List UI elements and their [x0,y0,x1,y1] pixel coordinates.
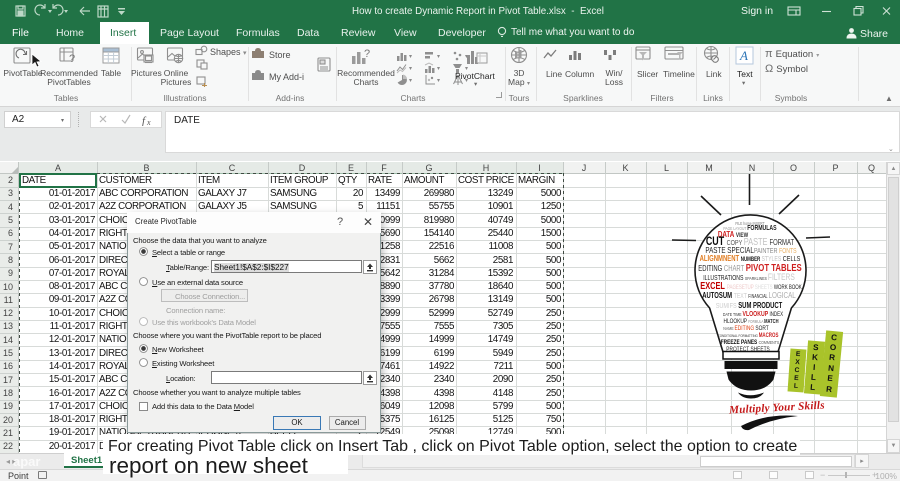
svg-text:x: x [146,118,151,126]
svg-text:?: ? [364,48,370,60]
svg-text:?: ? [69,53,75,65]
svg-text:A: A [739,48,748,63]
